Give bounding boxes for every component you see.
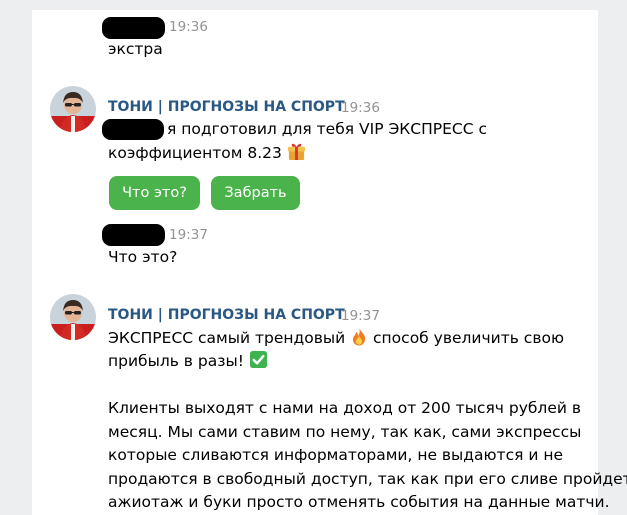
chat-history: 19:36 экстра ТОНИ | ПРОГНОЗЫ НА СПОРТ 19… [32,10,627,515]
take-button[interactable]: Забрать [211,176,300,210]
redacted-author-name [102,17,165,39]
author-name[interactable]: ТОНИ | ПРОГНОЗЫ НА СПОРТ [108,307,345,323]
text-fragment: способ увеличить свою [373,329,564,347]
text-fragment: прибыль в разы! [108,352,244,370]
message-time: 19:37 [169,227,208,243]
what-is-it-button[interactable]: Что это? [109,176,200,210]
message-text: Что это? [108,248,178,266]
message-time: 19:36 [341,100,380,116]
paragraph-line: которые сливаются информаторами, не выда… [108,446,564,465]
author-name[interactable]: ТОНИ | ПРОГНОЗЫ НА СПОРТ [108,99,345,115]
message-time: 19:36 [169,19,208,35]
message-bot-1: ТОНИ | ПРОГНОЗЫ НА СПОРТ 19:36 я подгото… [32,86,598,210]
message-text-line2-content: коэффициентом 8.23 [108,144,282,162]
gift-icon [287,142,306,169]
bot-avatar[interactable] [50,294,96,340]
avatar-image [50,294,96,340]
paragraph-line: месяц. Мы сами ставим по нему, так как, … [108,422,582,441]
message-text: экстра [108,40,163,58]
redacted-author-name [102,224,165,246]
check-mark-icon [249,350,268,377]
paragraph-line: ажиотаж и буки просто отменять события н… [108,493,610,512]
message-text-line2: коэффициентом 8.23 [108,142,306,169]
message-time: 19:37 [341,308,380,324]
fire-icon [350,326,368,354]
message-bot-2: ТОНИ | ПРОГНОЗЫ НА СПОРТ 19:37 ЭКСПРЕСС … [32,294,627,514]
message-user-2: 19:37 Что это? [32,216,598,276]
message-text-line1: я подготовил для тебя VIP ЭКСПРЕСС с [167,120,488,138]
message-user-1: 19:36 экстра [32,10,598,70]
redacted-mention [102,119,164,140]
text-fragment: ЭКСПРЕСС самый трендовый [108,329,346,347]
avatar-image [50,86,96,132]
bot-avatar[interactable] [50,86,96,132]
message-paragraph: Клиенты выходят с нами на доход от 200 т… [108,397,627,515]
paragraph-line: продаются в свободный доступ, так как пр… [108,469,627,488]
message-text-line2: прибыль в разы! [108,350,268,377]
paragraph-line: Клиенты выходят с нами на доход от 200 т… [108,399,582,417]
